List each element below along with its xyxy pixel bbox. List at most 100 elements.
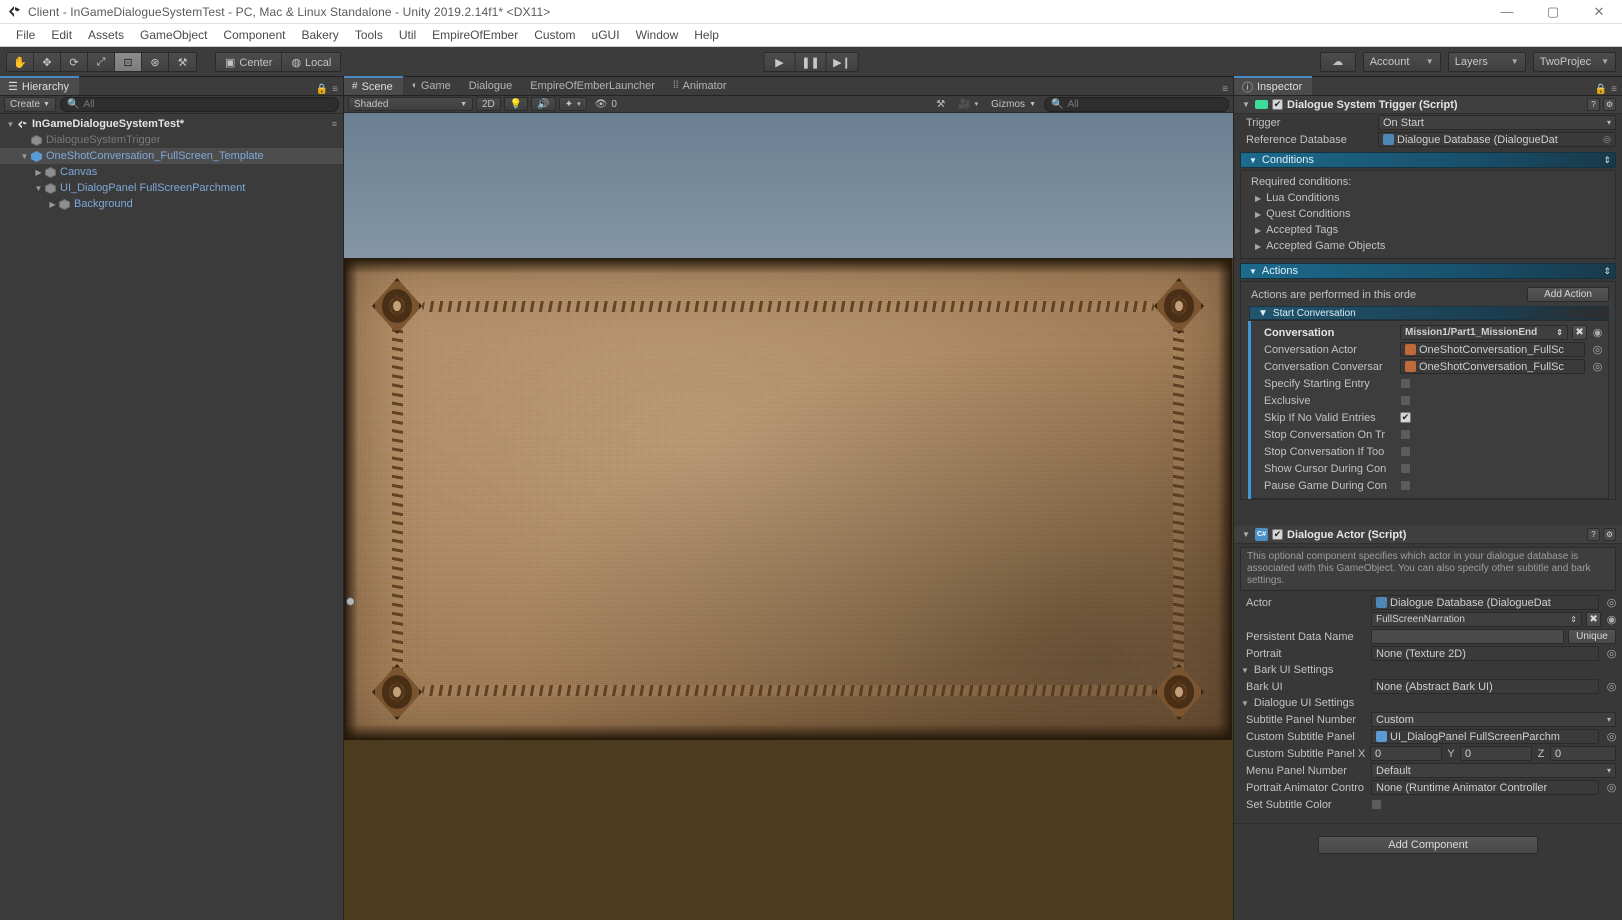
scene-search-input[interactable]: 🔍 All	[1044, 96, 1229, 112]
actor-clear-button[interactable]: ✖	[1586, 612, 1601, 627]
component-enabled-checkbox[interactable]: ✔	[1272, 529, 1283, 540]
conversant-picker-icon[interactable]: ◎	[1591, 360, 1604, 373]
menu-icon[interactable]: ≡	[1222, 84, 1228, 95]
checkbox[interactable]: ✔	[1400, 429, 1411, 440]
scene-options-icon[interactable]: ≡	[332, 119, 343, 129]
menu-item-empireofember[interactable]: EmpireOfEmber	[424, 24, 526, 47]
rect-handle-gizmo[interactable]	[346, 597, 355, 606]
menu-icon[interactable]: ≡	[1611, 84, 1617, 95]
maximize-button[interactable]: ▢	[1530, 0, 1576, 24]
help-icon[interactable]: ?	[1587, 98, 1600, 111]
layers-dropdown[interactable]: Layers ▼	[1447, 51, 1526, 72]
tools-icon[interactable]: ⚒	[931, 97, 950, 111]
chevron-down-icon[interactable]: ▼	[18, 152, 31, 161]
close-button[interactable]: ✕	[1576, 0, 1622, 24]
menu-item-util[interactable]: Util	[391, 24, 424, 47]
chevron-down-icon[interactable]: ▼	[1242, 530, 1251, 539]
scene-viewport[interactable]	[344, 113, 1233, 920]
scale-tool[interactable]: ⤢	[88, 52, 115, 71]
subtitle-panel-number-dropdown[interactable]: Custom	[1371, 712, 1616, 727]
custom-subtitle-panel-picker-icon[interactable]: ◎	[1605, 730, 1618, 743]
add-action-button[interactable]: Add Action	[1527, 287, 1609, 302]
menu-icon[interactable]: ≡	[332, 84, 338, 95]
portrait-picker-icon[interactable]: ◎	[1605, 647, 1618, 660]
help-icon[interactable]: ?	[1587, 528, 1600, 541]
audio-icon[interactable]: 🔊	[531, 97, 556, 111]
portrait-animator-picker-icon[interactable]: ◎	[1605, 781, 1618, 794]
offset-y-input[interactable]: 0	[1460, 746, 1532, 761]
dialogue-ui-settings-fold[interactable]: ▼ Dialogue UI Settings	[1234, 695, 1622, 711]
menu-item-help[interactable]: Help	[686, 24, 727, 47]
checkbox[interactable]: ✔	[1400, 463, 1411, 474]
checkbox[interactable]: ✔	[1400, 378, 1411, 389]
hidden-objects-toggle[interactable]: 👁 0	[590, 97, 622, 111]
persistent-data-name-input[interactable]	[1371, 629, 1564, 644]
checkbox[interactable]: ✔	[1400, 395, 1411, 406]
component-enabled-checkbox[interactable]: ✔	[1272, 99, 1283, 110]
condition-fold[interactable]: ▶ Lua Conditions	[1241, 190, 1615, 206]
hierarchy-search-input[interactable]: 🔍 All	[59, 97, 339, 112]
conversation-popup[interactable]: Mission1/Part1_MissionEnd ⇕	[1400, 325, 1568, 340]
menu-panel-number-dropdown[interactable]: Default	[1371, 763, 1616, 778]
play-button[interactable]: ▶	[764, 52, 796, 71]
hierarchy-item[interactable]: ▶ Background	[0, 196, 343, 212]
tab-inspector[interactable]: ⓘ Inspector	[1234, 76, 1313, 95]
condition-fold[interactable]: ▶ Accepted Tags	[1241, 222, 1615, 238]
menu-item-ugui[interactable]: uGUI	[584, 24, 628, 47]
actions-menu-icon[interactable]: ⇕	[1603, 266, 1615, 277]
actor-picker-icon[interactable]: ◎	[1605, 596, 1618, 609]
chevron-down-icon[interactable]: ▼	[32, 184, 45, 193]
portrait-animator-controller-field[interactable]: None (Runtime Animator Controller	[1371, 780, 1599, 795]
checkbox[interactable]: ✔	[1400, 480, 1411, 491]
account-dropdown[interactable]: Account ▼	[1362, 51, 1441, 72]
rect-tool[interactable]: ⊡	[115, 52, 142, 71]
rotate-tool[interactable]: ⟳	[61, 52, 88, 71]
lock-icon[interactable]: 🔒	[1595, 84, 1607, 95]
conversation-actor-field[interactable]: OneShotConversation_FullSc	[1400, 342, 1585, 357]
add-component-button[interactable]: Add Component	[1318, 836, 1538, 854]
reference-database-field[interactable]: Dialogue Database (DialogueDat ◎	[1378, 132, 1616, 147]
custom-subtitle-panel-field[interactable]: UI_DialogPanel FullScreenParchm	[1371, 729, 1599, 744]
actor-field[interactable]: Dialogue Database (DialogueDat	[1371, 595, 1599, 610]
section-actions[interactable]: ▼ Actions ⇕	[1240, 263, 1616, 279]
subsection-start-conversation[interactable]: ▼ Start Conversation	[1249, 306, 1609, 320]
chevron-down-icon[interactable]: ▼	[4, 120, 17, 129]
conversation-clear-button[interactable]: ✖	[1572, 325, 1587, 340]
conversation-picker-icon[interactable]: ◉	[1591, 326, 1604, 339]
trigger-dropdown[interactable]: On Start	[1378, 115, 1616, 130]
tab-hierarchy[interactable]: ☰ Hierarchy	[0, 76, 79, 95]
transform-tool[interactable]: ⊛	[142, 52, 169, 71]
hand-tool[interactable]: ✋	[7, 52, 34, 71]
space-mode-button[interactable]: ◍ Local	[282, 52, 341, 71]
menu-item-assets[interactable]: Assets	[80, 24, 132, 47]
menu-item-file[interactable]: File	[8, 24, 43, 47]
bark-ui-field[interactable]: None (Abstract Bark UI)	[1371, 679, 1599, 694]
chevron-down-icon[interactable]: ▼	[1242, 100, 1251, 109]
layout-dropdown[interactable]: TwoProjec ▼	[1532, 51, 1616, 72]
condition-fold[interactable]: ▶ Quest Conditions	[1241, 206, 1615, 222]
hierarchy-item[interactable]: ▼ UI_DialogPanel FullScreenParchment	[0, 180, 343, 196]
chevron-right-icon[interactable]: ▶	[32, 168, 45, 177]
actor-picker-icon[interactable]: ◎	[1591, 343, 1604, 356]
pivot-mode-button[interactable]: ▣ Center	[216, 52, 283, 71]
offset-x-input[interactable]: 0	[1370, 746, 1442, 761]
menu-item-gameobject[interactable]: GameObject	[132, 24, 215, 47]
section-conditions[interactable]: ▼ Conditions ⇕	[1240, 152, 1616, 168]
shading-mode-dropdown[interactable]: Shaded ▼	[348, 97, 473, 111]
checkbox[interactable]: ✔	[1400, 412, 1411, 423]
pause-button[interactable]: ❚❚	[795, 52, 827, 71]
custom-tool[interactable]: ⚒	[169, 52, 196, 71]
tab-animator[interactable]: ⁞⁞ Animator	[665, 76, 737, 95]
chevron-right-icon[interactable]: ▶	[46, 200, 59, 209]
camera-icon[interactable]: 🎥 ▾	[953, 97, 983, 111]
menu-item-window[interactable]: Window	[628, 24, 687, 47]
hierarchy-item[interactable]: DialogueSystemTrigger	[0, 132, 343, 148]
cloud-icon[interactable]: ☁	[1319, 51, 1356, 72]
checkbox[interactable]: ✔	[1400, 446, 1411, 457]
toggle-2d-button[interactable]: 2D	[476, 97, 501, 111]
tab-empireofemberlauncher[interactable]: EmpireOfEmberLauncher	[522, 76, 665, 95]
menu-item-custom[interactable]: Custom	[526, 24, 583, 47]
gear-icon[interactable]: ⚙	[1603, 528, 1616, 541]
create-button[interactable]: Create ▼	[4, 97, 56, 112]
unique-button[interactable]: Unique	[1568, 629, 1616, 644]
